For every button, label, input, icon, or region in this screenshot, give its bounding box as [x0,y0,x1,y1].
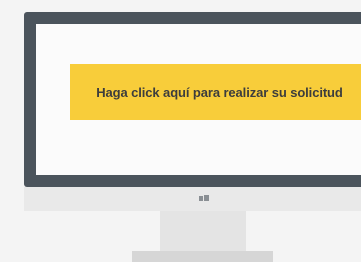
monitor-chin [24,187,361,211]
monitor-bezel: Haga click aquí para realizar su solicit… [24,12,361,187]
monitor-screen: Haga click aquí para realizar su solicit… [36,24,361,175]
monitor-logo-icon [199,195,209,201]
request-button[interactable]: Haga click aquí para realizar su solicit… [70,64,361,120]
monitor-stand-base [132,251,273,262]
monitor-stand-neck [160,211,246,251]
monitor-illustration: Haga click aquí para realizar su solicit… [0,0,361,262]
request-button-label: Haga click aquí para realizar su solicit… [96,84,343,100]
